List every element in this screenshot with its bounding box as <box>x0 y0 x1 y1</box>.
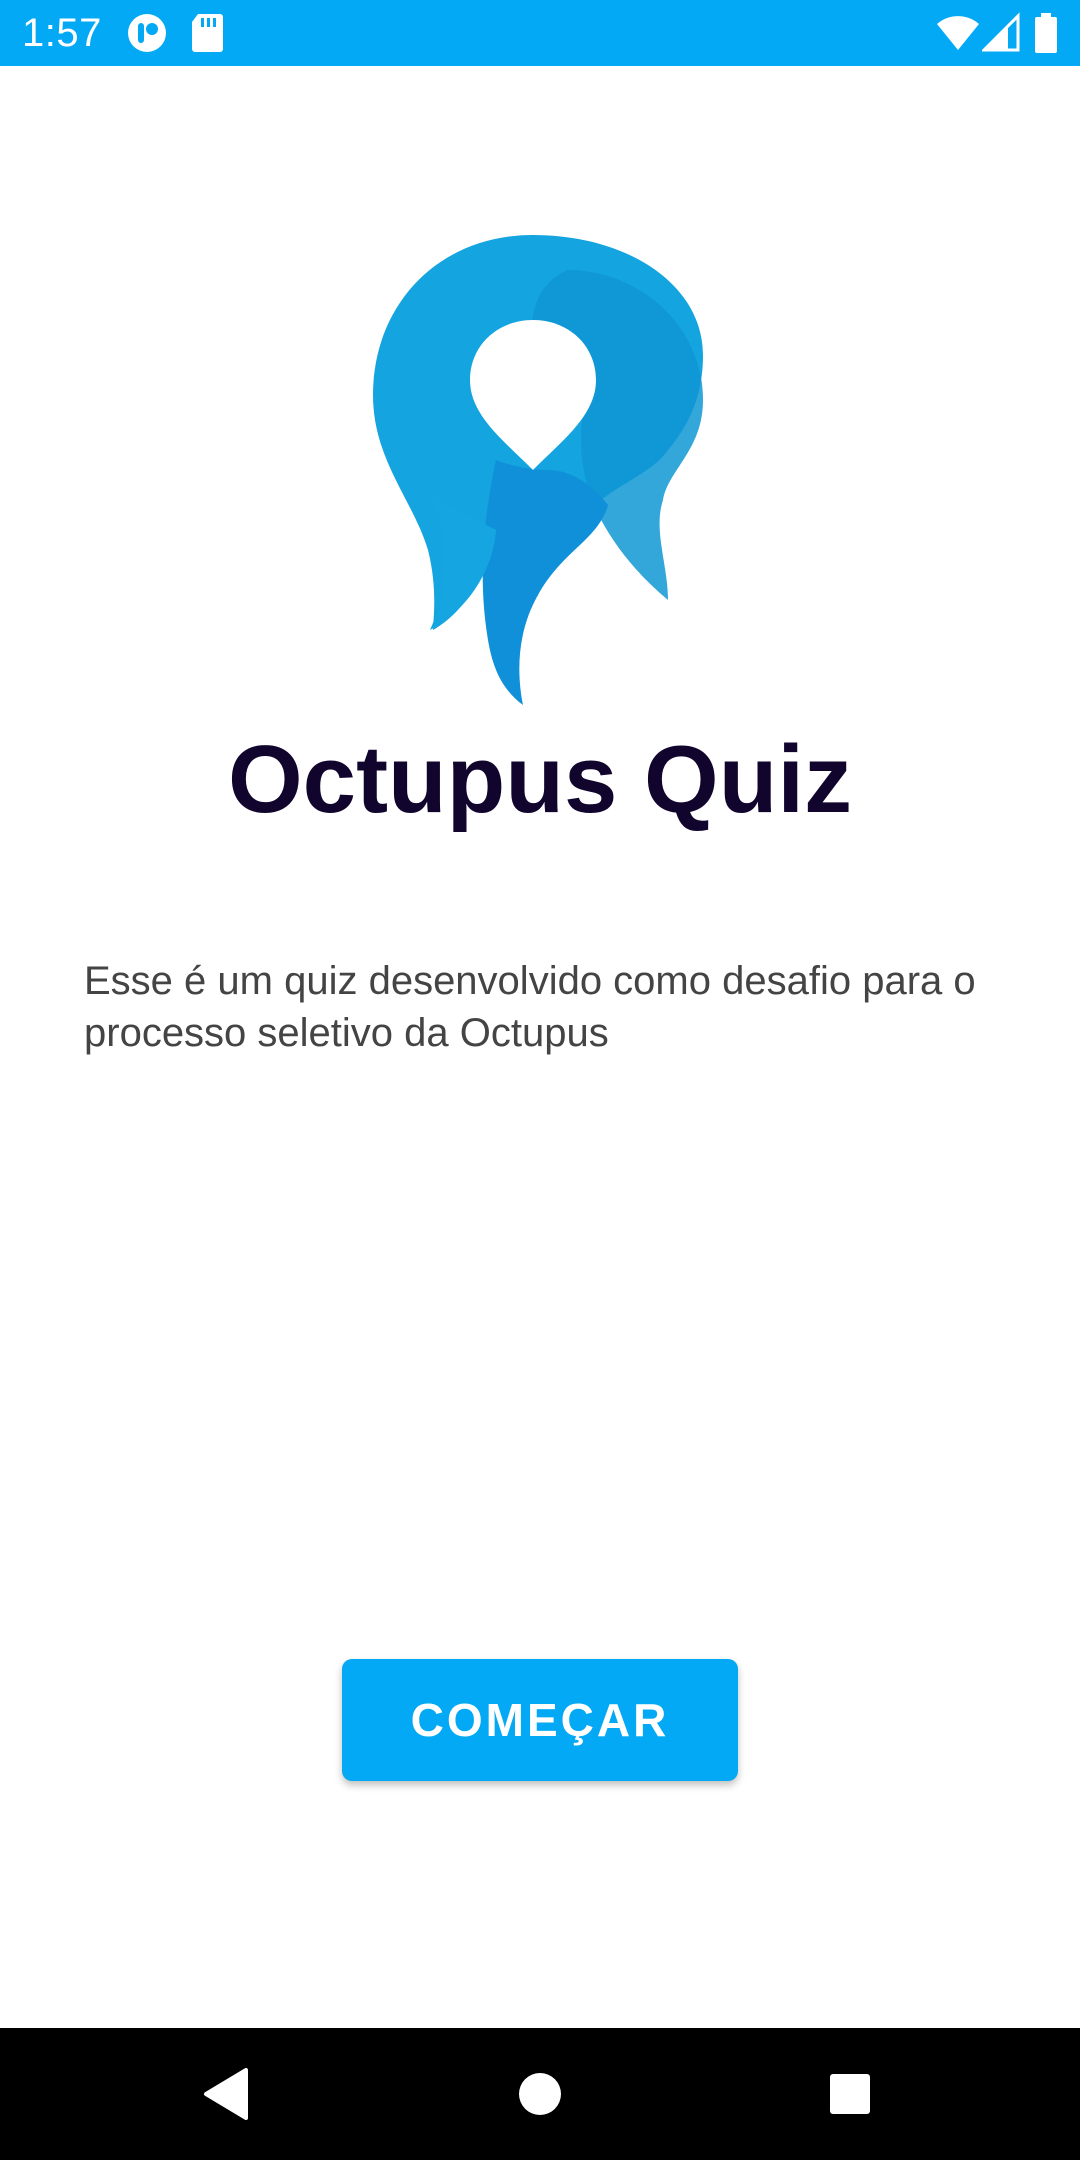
start-button[interactable]: COMEÇAR <box>342 1659 738 1781</box>
wifi-icon <box>937 16 979 50</box>
app-title: Octupus Quiz <box>228 726 852 833</box>
home-icon[interactable] <box>510 2064 570 2124</box>
recents-icon[interactable] <box>820 2064 880 2124</box>
cell-signal-icon <box>982 12 1020 52</box>
back-icon[interactable] <box>196 2064 256 2124</box>
battery-icon <box>1035 13 1057 53</box>
sd-card-icon <box>192 14 223 52</box>
navigation-bar <box>0 2028 1080 2160</box>
screen: 1:57 Octupus Quiz Esse é um quiz desenvo… <box>0 0 1080 2160</box>
app-description: Esse é um quiz desenvolvido como desafio… <box>84 959 976 1055</box>
notification-app-icon <box>128 14 166 52</box>
status-time: 1:57 <box>22 11 102 55</box>
status-bar: 1:57 <box>0 0 1080 66</box>
octupus-logo <box>373 235 703 705</box>
